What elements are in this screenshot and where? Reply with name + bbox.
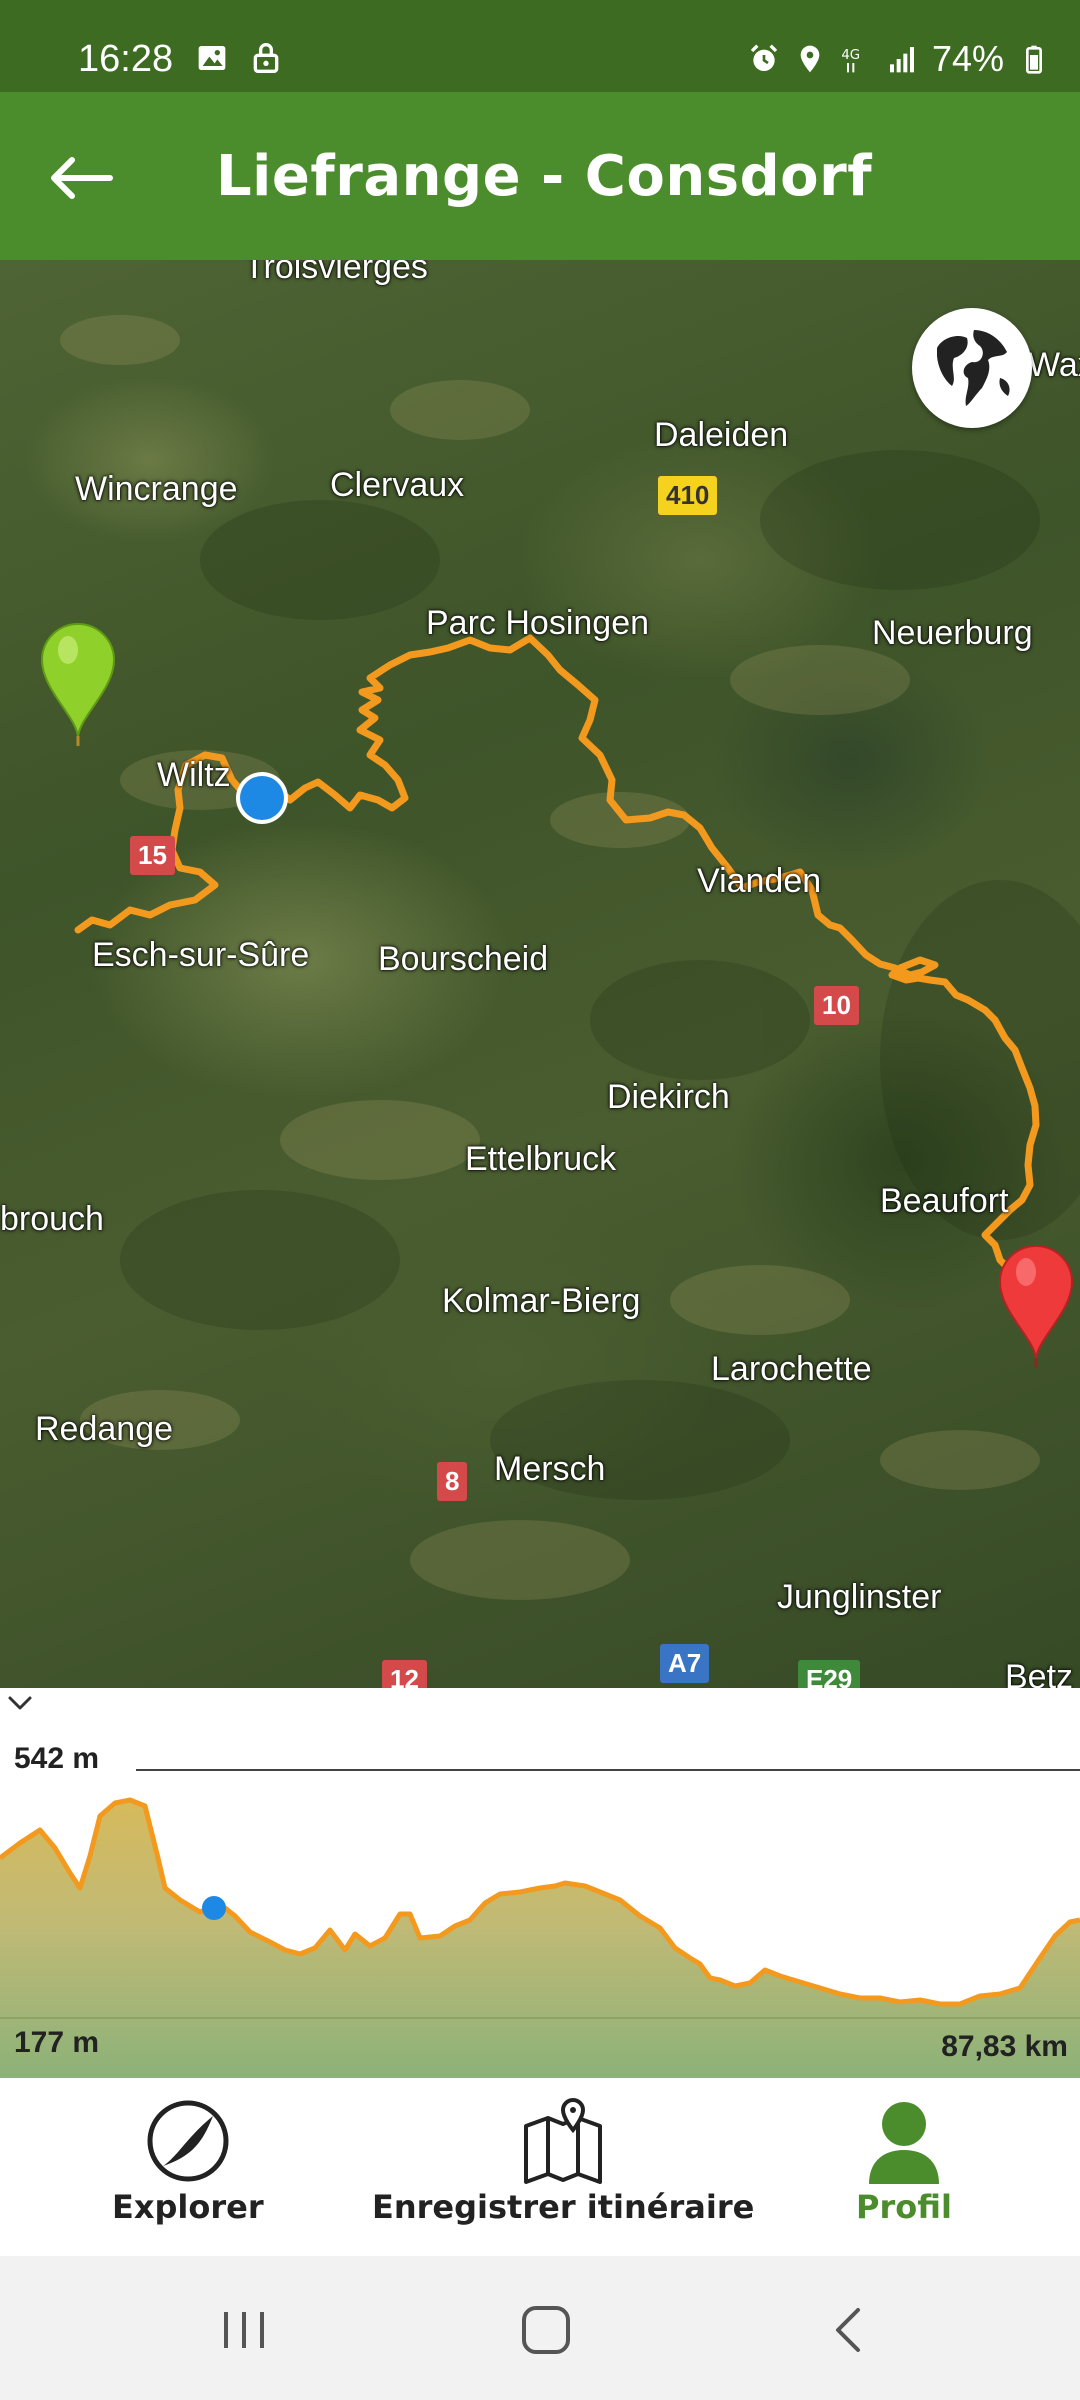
nav-profile[interactable]: Profil [856, 2096, 952, 2226]
alarm-icon [750, 44, 778, 71]
place-label: Neuerburg [872, 614, 1033, 652]
road-badge: E29 [798, 1660, 861, 1688]
network-4g-icon: 4G [841, 48, 860, 73]
map-view[interactable]: Troisvierges Daleiden Wincrange Clervaux… [0, 260, 1080, 1688]
place-label: Wincrange [75, 470, 238, 508]
elevation-chart [0, 1769, 1080, 2078]
nav-label: Enregistrer itinéraire [372, 2188, 755, 2226]
system-nav-bar [0, 2256, 1080, 2400]
place-label: Wax [1028, 346, 1080, 384]
explore-icon [147, 2100, 229, 2182]
signal-icon [889, 47, 914, 73]
app-bar: Liefrange - Consdorf [0, 92, 1080, 260]
place-label: Redange [35, 1410, 174, 1448]
map-type-button[interactable] [912, 308, 1032, 428]
place-label: Clervaux [330, 466, 465, 504]
arrow-left-icon[interactable] [40, 138, 120, 218]
status-left-icons [196, 42, 282, 74]
place-label: Beaufort [880, 1182, 1009, 1220]
end-pin[interactable] [996, 1240, 1076, 1370]
nav-label: Profil [856, 2188, 952, 2226]
image-icon [198, 46, 226, 70]
road-badge: 8 [437, 1462, 468, 1501]
start-pin[interactable] [38, 618, 118, 748]
place-label: Ettelbruck [465, 1140, 617, 1178]
current-position-marker [236, 772, 288, 824]
nav-record-route[interactable]: Enregistrer itinéraire [372, 2096, 754, 2226]
elevation-distance-label: 87,83 km [941, 2030, 1068, 2063]
place-label: Diekirch [607, 1078, 730, 1116]
place-label: Betz [1005, 1658, 1074, 1688]
place-label: Wiltz [157, 756, 231, 794]
place-label: Parc Hosingen [426, 604, 650, 642]
road-badge: 10 [814, 986, 859, 1025]
place-label: brouch [0, 1200, 104, 1238]
svg-text:4G: 4G [841, 48, 860, 63]
map-pin-icon [524, 2097, 603, 2184]
nav-label: Explorer [112, 2188, 264, 2226]
globe-icon [922, 318, 1022, 418]
status-bar: 16:28 4G 74% [0, 0, 1080, 92]
bottom-nav: Explorer Enregistrer itinéraire Profil [0, 2078, 1080, 2256]
place-label: Mersch [494, 1450, 606, 1488]
place-label: Kolmar-Bierg [442, 1282, 641, 1320]
back-icon[interactable] [820, 2300, 880, 2360]
place-label: Bourscheid [378, 940, 549, 978]
status-right: 4G 74% [748, 38, 1050, 80]
place-label: Troisvierges [244, 260, 428, 286]
battery-percent: 74% [931, 38, 1004, 79]
nav-explorer[interactable]: Explorer [112, 2096, 264, 2226]
road-badge: 410 [658, 476, 718, 515]
road-badge: 15 [130, 836, 175, 875]
person-icon [868, 2102, 939, 2184]
battery-icon [1026, 45, 1042, 74]
road-badge: 12 [382, 1660, 427, 1688]
road-badge: A7 [660, 1644, 710, 1683]
place-label: Vianden [697, 862, 822, 900]
elevation-profile[interactable]: 542 m 177 m 87,83 km [0, 1688, 1080, 2078]
place-label: Esch-sur-Sûre [92, 936, 310, 974]
location-icon [800, 45, 820, 73]
page-title: Liefrange - Consdorf [216, 144, 873, 209]
lock-icon [253, 43, 279, 73]
elevation-min-label: 177 m [14, 2026, 100, 2059]
home-icon[interactable] [516, 2300, 576, 2360]
status-time: 16:28 [78, 38, 174, 80]
place-label: Daleiden [654, 416, 789, 454]
recents-icon[interactable] [214, 2300, 274, 2360]
place-label: Larochette [711, 1350, 872, 1388]
place-label: Junglinster [777, 1578, 942, 1616]
